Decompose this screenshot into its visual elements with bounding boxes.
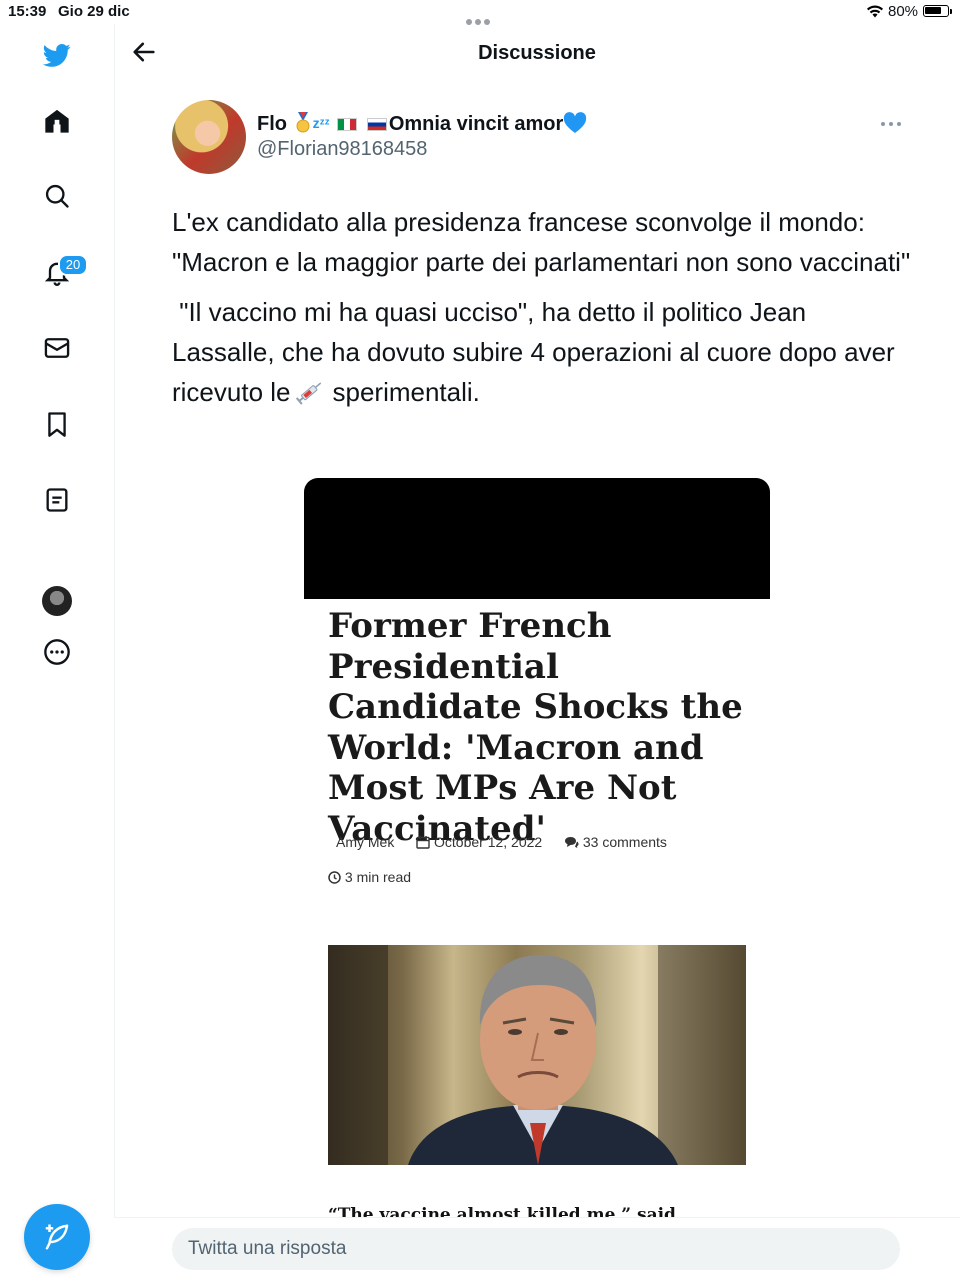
compose-feather-icon[interactable] bbox=[24, 1204, 90, 1270]
multitasking-dots-icon[interactable] bbox=[466, 12, 494, 25]
author-handle[interactable]: @Florian98168458 bbox=[257, 138, 427, 161]
author-avatar[interactable] bbox=[172, 100, 246, 174]
status-time: 15:39 bbox=[8, 3, 47, 20]
medal-emoji-icon bbox=[296, 112, 310, 133]
twitter-bird-icon[interactable] bbox=[40, 38, 74, 72]
article-read-time-row: 3 min read bbox=[328, 869, 411, 885]
russia-flag-icon bbox=[366, 118, 387, 131]
more-options-icon[interactable] bbox=[878, 118, 904, 130]
politician-photo bbox=[328, 945, 746, 1165]
list-icon[interactable] bbox=[40, 483, 74, 517]
home-icon[interactable] bbox=[40, 104, 74, 138]
comments-icon bbox=[564, 837, 579, 848]
profile-avatar[interactable] bbox=[42, 586, 72, 616]
article-read-time: 3 min read bbox=[344, 869, 412, 885]
notification-count-badge: 20 bbox=[58, 254, 88, 276]
bookmark-icon[interactable] bbox=[40, 407, 74, 441]
status-date: Gio 29 dic bbox=[58, 3, 130, 20]
author-display-name[interactable]: Flo zᶻᶻ Omnia vincit amor bbox=[257, 112, 587, 136]
article-headline: Former French Presidential Candidate Sho… bbox=[328, 606, 743, 849]
status-bar: 15:39 Gio 29 dic 80% bbox=[0, 0, 960, 25]
article-date: October 12, 2022 bbox=[434, 834, 543, 850]
tweet-text: L'ex candidato alla presidenza francese … bbox=[172, 202, 912, 412]
tweet-media-image[interactable]: Former French Presidential Candidate Sho… bbox=[304, 478, 770, 1218]
article-comments: 33 comments bbox=[582, 834, 667, 850]
reply-input[interactable] bbox=[172, 1228, 900, 1270]
clock-icon bbox=[328, 871, 341, 884]
page-title: Discussione bbox=[478, 42, 596, 64]
mail-icon[interactable] bbox=[40, 331, 74, 365]
sidebar: 20 bbox=[0, 24, 115, 1280]
calendar-icon bbox=[416, 836, 430, 849]
battery-icon bbox=[923, 5, 949, 17]
back-arrow-icon[interactable] bbox=[130, 38, 158, 66]
sleeping-zzz-emoji-icon: zᶻᶻ bbox=[312, 115, 330, 131]
reply-bar bbox=[114, 1217, 960, 1281]
italy-flag-icon bbox=[337, 118, 358, 131]
blue-heart-emoji-icon bbox=[564, 112, 587, 133]
tweet-paragraph-2: "Il vaccino mi ha quasi ucciso", ha dett… bbox=[172, 297, 895, 407]
search-icon[interactable] bbox=[40, 179, 74, 213]
article-author: Amy Mek bbox=[336, 834, 395, 850]
syringe-emoji-icon bbox=[295, 382, 321, 405]
redacted-header-block bbox=[304, 478, 770, 599]
wifi-icon bbox=[867, 5, 883, 18]
tweet-paragraph-1: L'ex candidato alla presidenza francese … bbox=[172, 207, 911, 277]
battery-percent: 80% bbox=[888, 3, 919, 20]
more-circle-icon[interactable] bbox=[40, 635, 74, 669]
article-meta: Amy Mek October 12, 2022 33 comments bbox=[336, 834, 667, 850]
